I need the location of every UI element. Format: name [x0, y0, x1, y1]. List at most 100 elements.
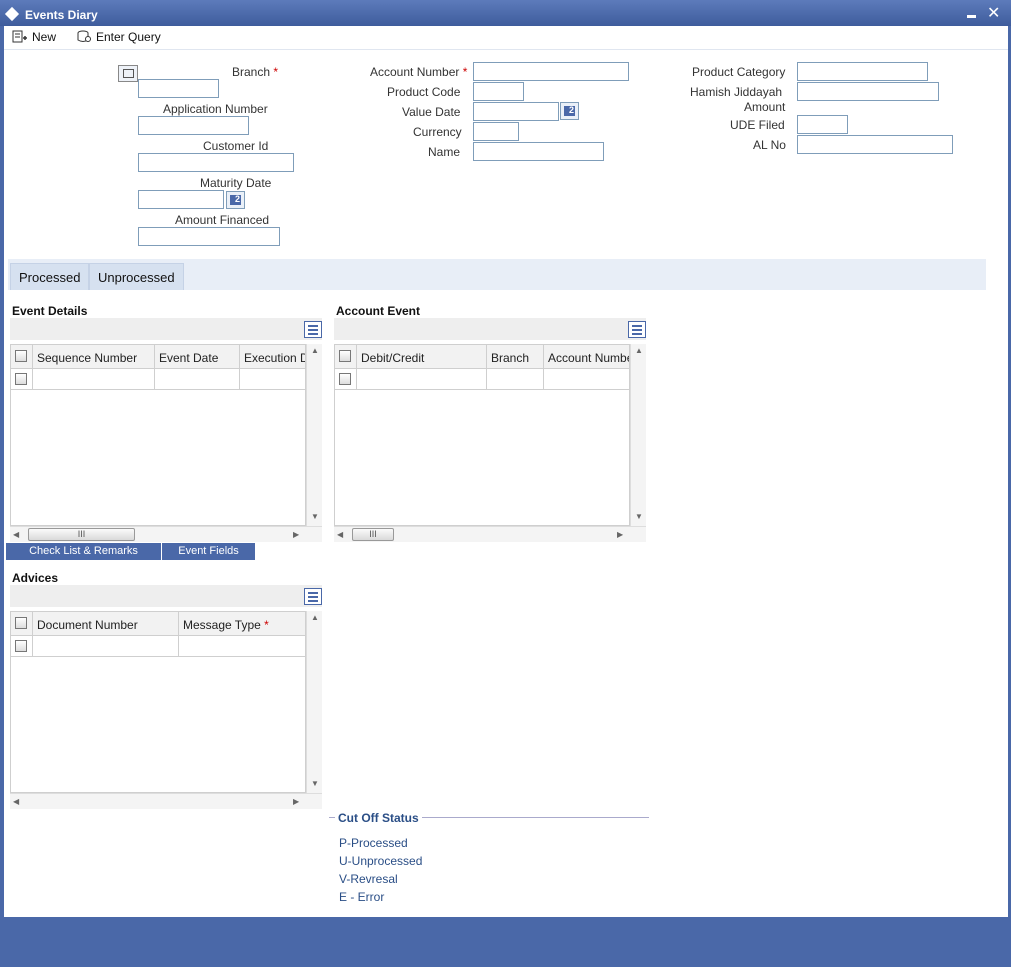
select-all-checkbox[interactable] [15, 350, 27, 362]
currency-input[interactable] [473, 122, 519, 141]
tab-strip: Processed Unprocessed [8, 259, 986, 290]
branch-lookup-icon[interactable] [118, 65, 138, 82]
event-date-header[interactable]: Event Date [155, 345, 240, 369]
amount-financed-label: Amount Financed [175, 213, 270, 227]
product-code-label: Product Code [387, 85, 461, 99]
account-event-gridbar [334, 318, 646, 340]
hamish-jiddayah-amount-input[interactable] [797, 82, 939, 101]
select-all-header [11, 345, 33, 369]
title-bar: Events Diary ✕ [0, 0, 1011, 26]
cutoff-status-title: Cut Off Status [338, 811, 419, 825]
enter-query-button[interactable]: Enter Query [76, 30, 161, 44]
row-checkbox[interactable] [15, 640, 27, 652]
value-date-label: Value Date [402, 105, 461, 119]
row-checkbox[interactable] [15, 373, 27, 385]
select-all-checkbox[interactable] [15, 617, 27, 629]
table-cell[interactable] [487, 369, 544, 390]
name-input[interactable] [473, 142, 604, 161]
table-row [11, 369, 33, 390]
table-cell[interactable] [544, 369, 629, 390]
product-category-label: Product Category [692, 65, 786, 79]
account-number-label: Account Number * [370, 65, 468, 79]
product-category-input[interactable] [797, 62, 928, 81]
message-type-header[interactable]: Message Type * [179, 612, 305, 636]
table-cell[interactable] [357, 369, 487, 390]
cutoff-error: E - Error [339, 890, 385, 904]
new-button[interactable]: New [12, 30, 56, 44]
table-cell[interactable] [33, 369, 155, 390]
table-cell[interactable] [240, 369, 305, 390]
execution-date-header[interactable]: Execution D [240, 345, 305, 369]
select-all-checkbox[interactable] [339, 350, 351, 362]
account-event-grid: Debit/Credit Branch Account Numbe [334, 344, 630, 526]
tab-processed[interactable]: Processed [10, 263, 90, 290]
scroll-thumb[interactable]: III [352, 528, 394, 541]
ude-filed-input[interactable] [797, 115, 848, 134]
new-document-icon [12, 30, 27, 43]
account-number-header[interactable]: Account Numbe [544, 345, 629, 369]
currency-label: Currency [413, 125, 462, 139]
row-checkbox[interactable] [339, 373, 351, 385]
value-date-calendar-icon[interactable] [560, 102, 579, 120]
account-number-input[interactable] [473, 62, 629, 81]
amount-financed-input[interactable] [138, 227, 280, 246]
advices-title: Advices [12, 571, 59, 585]
al-no-input[interactable] [797, 135, 953, 154]
advices-vertical-scrollbar[interactable]: ▲ ▼ [306, 611, 322, 793]
tab-unprocessed[interactable]: Unprocessed [89, 263, 184, 290]
event-details-horizontal-scrollbar[interactable]: ◀ III ▶ [10, 526, 322, 542]
advices-horizontal-scrollbar[interactable]: ◀ ▶ [10, 793, 322, 809]
select-all-header [335, 345, 357, 369]
table-cell[interactable] [179, 636, 305, 657]
table-row [11, 636, 33, 657]
table-cell[interactable] [155, 369, 240, 390]
event-details-grid: Sequence Number Event Date Execution D [10, 344, 306, 526]
cutoff-processed: P-Processed [339, 836, 408, 850]
event-details-title: Event Details [12, 304, 88, 318]
query-database-icon [77, 30, 91, 42]
branch-input[interactable] [138, 79, 219, 98]
event-fields-button[interactable]: Event Fields [162, 543, 256, 560]
events-diary-window: Events Diary ✕ New Enter Query Branch * … [0, 0, 1011, 967]
scroll-thumb[interactable]: III [28, 528, 135, 541]
document-number-header[interactable]: Document Number [33, 612, 179, 636]
app-diamond-icon [4, 6, 20, 22]
branch-label: Branch * [232, 65, 279, 79]
advices-gridbar [10, 585, 322, 607]
maturity-date-calendar-icon[interactable] [226, 191, 245, 209]
debit-credit-header[interactable]: Debit/Credit [357, 345, 487, 369]
cutoff-divider-left [329, 817, 335, 818]
enter-query-label: Enter Query [96, 30, 161, 44]
customer-id-label: Customer Id [203, 139, 269, 153]
hamish-jiddayah-amount-label: Amount [744, 100, 786, 114]
account-event-vertical-scrollbar[interactable]: ▲ ▼ [630, 344, 646, 526]
close-icon[interactable]: ✕ [987, 3, 1000, 23]
window-title: Events Diary [25, 8, 98, 22]
customer-id-input[interactable] [138, 153, 294, 172]
main-content: New Enter Query Branch * Application Num… [4, 26, 1008, 917]
maturity-date-label: Maturity Date [200, 176, 272, 190]
account-event-grid-menu-icon[interactable] [628, 321, 646, 338]
advices-grid: Document Number Message Type * [10, 611, 306, 793]
application-number-input[interactable] [138, 116, 249, 135]
select-all-header [11, 612, 33, 636]
minimize-icon[interactable] [967, 15, 976, 18]
sequence-number-header[interactable]: Sequence Number [33, 345, 155, 369]
cutoff-reversal: V-Revresal [339, 872, 398, 886]
account-event-horizontal-scrollbar[interactable]: ◀ III ▶ [334, 526, 646, 542]
al-no-label: AL No [753, 138, 786, 152]
value-date-input[interactable] [473, 102, 559, 121]
advices-grid-menu-icon[interactable] [304, 588, 322, 605]
table-cell[interactable] [33, 636, 179, 657]
toolbar: New Enter Query [4, 26, 1008, 50]
ude-filed-label: UDE Filed [730, 118, 785, 132]
check-list-remarks-button[interactable]: Check List & Remarks [6, 543, 162, 560]
branch-header[interactable]: Branch [487, 345, 544, 369]
name-label: Name [428, 145, 461, 159]
event-details-grid-menu-icon[interactable] [304, 321, 322, 338]
new-label: New [32, 30, 57, 44]
product-code-input[interactable] [473, 82, 524, 101]
maturity-date-input[interactable] [138, 190, 224, 209]
event-details-gridbar [10, 318, 322, 340]
event-details-vertical-scrollbar[interactable]: ▲ ▼ [306, 344, 322, 526]
